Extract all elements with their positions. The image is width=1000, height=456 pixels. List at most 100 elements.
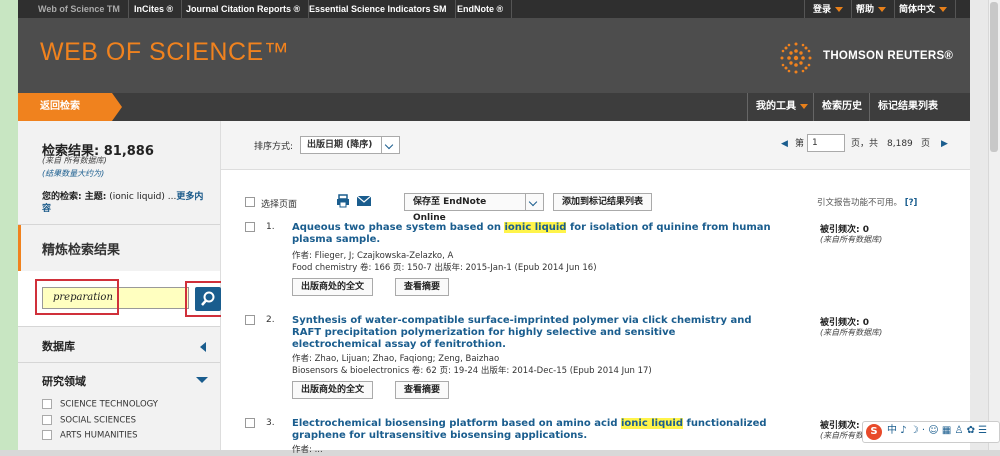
help-link[interactable]: [?]	[905, 198, 918, 208]
chevron-down-icon	[939, 7, 948, 13]
record-title[interactable]: Electrochemical biosensing platform base…	[292, 418, 802, 442]
baidu-watermark-url: jingyan.baidu.com	[815, 397, 908, 408]
select-page-label: 选择页面	[261, 200, 298, 210]
sort-bar: 排序方式: 出版日期 (降序) ◀ 第 1 页，共 8,189 页 ▶	[221, 121, 970, 170]
chevron-down-icon	[878, 7, 887, 13]
your-search-label: 您的检索: 主题:	[42, 192, 107, 202]
checkbox[interactable]	[42, 415, 52, 425]
citation-report-note: 引文报告功能不可用。 [?]	[817, 196, 917, 208]
thomson-reuters-label: THOMSON REUTERS®	[823, 50, 954, 62]
chevron-down-icon	[525, 194, 543, 210]
divider	[18, 362, 220, 363]
chevron-down-icon	[381, 137, 399, 153]
scrollbar-thumb[interactable]	[990, 2, 998, 152]
nav-endnote[interactable]: EndNote ®	[449, 0, 513, 18]
page-suffix: 页	[921, 139, 931, 149]
my-tools-label: 我的工具	[756, 101, 796, 112]
facet-option[interactable]: ARTS HUMANITIES	[42, 430, 137, 441]
sub-navigation: 返回检索 我的工具 检索历史 标记结果列表	[18, 93, 970, 121]
email-icon[interactable]	[357, 196, 371, 206]
sort-select[interactable]: 出版日期 (降序)	[300, 136, 400, 154]
times-cited-source: (来自所有数据库)	[820, 328, 883, 337]
ime-toolbar-buttons[interactable]: 中 ♪ ☽ · ☺ ▦ ♙ ✿ ☰	[887, 422, 987, 440]
facet-option-label: ARTS HUMANITIES	[60, 430, 138, 441]
record-source: Biosensors & bioelectronics 卷: 62 页: 19-…	[292, 366, 652, 376]
add-to-marked-list-button[interactable]: 添加到标记结果列表	[553, 193, 653, 211]
sort-label: 排序方式:	[254, 142, 294, 152]
title-highlight: ionic liquid	[621, 418, 683, 429]
my-tools-menu[interactable]: 我的工具	[747, 93, 816, 121]
save-endnote-label: 保存至 EndNote Online	[413, 197, 487, 223]
record-title[interactable]: Aqueous two phase system based on ionic …	[292, 222, 782, 246]
web-of-science-logo[interactable]: WEB OF SCIENCE™	[40, 38, 289, 67]
login-menu[interactable]: 登录	[804, 0, 853, 18]
nav-jcr[interactable]: Journal Citation Reports ®	[178, 0, 310, 18]
facet-option-label: SOCIAL SCIENCES	[60, 415, 137, 426]
ime-toolbar[interactable]: S 中 ♪ ☽ · ☺ ▦ ♙ ✿ ☰	[862, 421, 1000, 443]
record-source: Food chemistry 卷: 166 页: 150-7 出版年: 2015…	[292, 263, 597, 273]
nav-web-of-science[interactable]: Web of Science TM	[30, 0, 129, 18]
thomson-reuters-logo-icon	[780, 42, 812, 74]
record-number: 3.	[266, 418, 275, 428]
chevron-left-icon[interactable]	[200, 342, 206, 352]
highlight-annotation	[185, 281, 225, 317]
view-abstract-button[interactable]: 查看摘要	[395, 381, 450, 399]
next-page-icon[interactable]: ▶	[941, 134, 948, 154]
record-title[interactable]: Synthesis of water-compatible surface-im…	[292, 315, 752, 351]
title-text: Aqueous two phase system based on	[292, 222, 505, 233]
sogou-icon[interactable]: S	[866, 424, 882, 440]
help-label: 帮助	[856, 4, 875, 14]
view-abstract-button[interactable]: 查看摘要	[395, 278, 450, 296]
print-icon[interactable]	[336, 194, 350, 208]
record-checkbox[interactable]	[245, 315, 255, 325]
citation-report-text: 引文报告功能不可用。	[817, 198, 903, 208]
select-page-checkbox[interactable]	[245, 197, 255, 207]
full-text-button[interactable]: 出版商处的全文	[292, 381, 374, 399]
language-menu[interactable]: 简体中文	[891, 0, 957, 18]
sort-value: 出版日期 (降序)	[307, 140, 373, 150]
site-header: WEB OF SCIENCE™ THOMSON REUTERS®	[18, 18, 970, 93]
checkbox[interactable]	[42, 430, 52, 440]
nav-incites[interactable]: InCites ®	[126, 0, 183, 18]
page-prefix: 第	[795, 139, 805, 149]
times-cited-source: (来自所有数据库)	[820, 235, 883, 244]
language-label: 简体中文	[899, 4, 936, 14]
checkbox[interactable]	[42, 399, 52, 409]
facet-databases[interactable]: 数据库	[42, 338, 75, 354]
facet-research-areas[interactable]: 研究领域	[42, 373, 86, 389]
page-total-text: 页，共	[851, 139, 879, 149]
marked-list-link[interactable]: 标记结果列表	[869, 93, 946, 121]
results-approx-link[interactable]: (结果数量大约为)	[42, 168, 104, 179]
refine-results-title: 精炼检索结果	[42, 243, 121, 258]
divider	[18, 326, 220, 327]
login-label: 登录	[813, 4, 832, 14]
search-history-link[interactable]: 检索历史	[813, 93, 870, 121]
help-menu[interactable]: 帮助	[848, 0, 896, 18]
record-number: 1.	[266, 222, 275, 232]
active-indicator	[18, 225, 21, 271]
highlight-annotation	[35, 279, 119, 315]
divider	[18, 224, 220, 225]
full-text-button[interactable]: 出版商处的全文	[292, 278, 374, 296]
record-authors: 作者: ...	[292, 445, 323, 455]
record-checkbox[interactable]	[245, 222, 255, 232]
title-highlight: ionic liquid	[504, 222, 567, 233]
page-number-input[interactable]: 1	[807, 134, 845, 152]
record-checkbox[interactable]	[245, 418, 255, 428]
facet-option[interactable]: SCIENCE TECHNOLOGY	[42, 399, 158, 410]
title-text: Electrochemical biosensing platform base…	[292, 418, 621, 429]
save-to-endnote-select[interactable]: 保存至 EndNote Online	[404, 193, 544, 223]
right-margin	[970, 0, 988, 450]
title-text: Synthesis of water-compatible surface-im…	[292, 315, 752, 350]
prev-page-icon[interactable]: ◀	[781, 134, 788, 154]
pagination: ◀ 第 1 页，共 8,189 页 ▶	[781, 134, 961, 154]
nav-esi[interactable]: Essential Science Indicators SM	[301, 0, 456, 18]
facet-option-label: SCIENCE TECHNOLOGY	[60, 399, 158, 410]
back-to-search-button[interactable]: 返回检索	[18, 93, 122, 121]
results-toolbar: 选择页面 保存至 EndNote Online 添加到标记结果列表 引文报告功能…	[221, 169, 970, 223]
results-source-note: (来自 所有数据库)	[42, 156, 107, 165]
your-search-value: (ionic liquid) ...	[106, 192, 177, 202]
facet-option[interactable]: SOCIAL SCIENCES	[42, 415, 136, 426]
left-margin	[0, 0, 18, 450]
chevron-down-icon[interactable]	[196, 377, 208, 383]
